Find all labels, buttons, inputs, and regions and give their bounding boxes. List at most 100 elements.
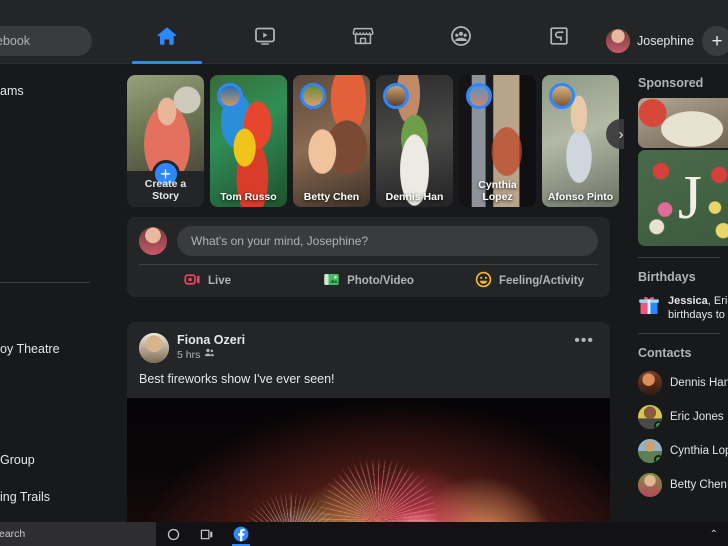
gift-icon: [638, 294, 660, 321]
contact-eric-jones[interactable]: Eric Jones: [624, 400, 728, 434]
composer-action-label: Feeling/Activity: [499, 275, 584, 287]
friends-icon: [204, 347, 215, 362]
tray-chevron-icon[interactable]: ⌃: [710, 529, 718, 540]
taskbar-search-text: Search: [0, 528, 26, 540]
sponsored-ad-dessert[interactable]: J: [638, 150, 728, 246]
facebook-desktop-app: ebook: [0, 0, 728, 546]
storefront-icon: [351, 24, 375, 48]
composer-action-label: Photo/Video: [347, 275, 414, 287]
sidebar-item-label: ing Trails: [0, 490, 51, 504]
facebook-icon[interactable]: [224, 522, 258, 546]
contact-name: Dennis Han: [670, 377, 728, 389]
story-label: Create a Story: [144, 178, 187, 202]
story-label: Dennis Han: [385, 191, 444, 203]
story-create[interactable]: + Create a Story: [127, 75, 204, 207]
gaming-icon: [547, 24, 571, 48]
story-dennis-han[interactable]: Dennis Han: [376, 75, 453, 207]
sidebar-item-3[interactable]: ing Trails: [0, 480, 106, 514]
story-cynthia-lopez[interactable]: Cynthia Lopez: [459, 75, 536, 207]
birthday-text: Jessica, Eric birthdays to: [668, 294, 728, 322]
post-author-name[interactable]: Fiona Ozeri: [177, 333, 245, 347]
contact-dennis-han[interactable]: Dennis Han: [624, 366, 728, 400]
composer-input[interactable]: What's on your mind, Josephine?: [177, 225, 598, 256]
story-tom-russo[interactable]: Tom Russo: [210, 75, 287, 207]
live-video-icon: [184, 271, 201, 291]
composer-top-row: What's on your mind, Josephine?: [127, 217, 610, 264]
top-navigation-bar: ebook: [0, 0, 728, 64]
taskbar-search-input[interactable]: Search: [0, 522, 156, 546]
composer-placeholder: What's on your mind, Josephine?: [191, 233, 369, 248]
avatar[interactable]: [139, 333, 169, 363]
chevron-right-icon: ›: [618, 125, 624, 143]
sidebar-item-label: oy Theatre: [0, 342, 60, 356]
create-button[interactable]: +: [702, 26, 728, 56]
story-author-avatar: [549, 83, 575, 109]
contacts-title: Contacts: [638, 346, 692, 360]
sponsored-ad-pizza[interactable]: [638, 98, 728, 148]
search-input-text: ebook: [0, 34, 31, 48]
story-label: Betty Chen: [303, 191, 360, 203]
contact-name: Cynthia Lop: [670, 445, 728, 457]
sidebar-divider: [0, 282, 90, 283]
birthday-line2: birthdays to: [668, 309, 725, 321]
photo-icon: [323, 271, 340, 291]
avatar: [606, 29, 630, 53]
composer-action-label: Live: [207, 275, 231, 287]
sidebar-item-1[interactable]: oy Theatre: [0, 332, 106, 366]
story-label: Tom Russo: [220, 191, 277, 203]
story-author-avatar: [300, 83, 326, 109]
contact-betty-chen[interactable]: Betty Chen: [624, 468, 728, 502]
post-image[interactable]: [127, 398, 610, 522]
online-status-indicator: [654, 421, 662, 429]
search-input[interactable]: ebook: [0, 26, 92, 56]
post-menu-button[interactable]: •••: [570, 333, 598, 349]
right-sidebar: Sponsored J Birthdays Jessica, Eri birth…: [624, 64, 728, 522]
stories-tray: + Create a Story Tom Russo Betty Chen De…: [127, 75, 624, 207]
profile-menu-button[interactable]: Josephine: [604, 26, 700, 56]
story-betty-chen[interactable]: Betty Chen: [293, 75, 370, 207]
tab-marketplace[interactable]: [314, 18, 412, 64]
profile-name: Josephine: [637, 34, 694, 48]
main-nav-tabs: [118, 18, 608, 64]
news-feed: + Create a Story Tom Russo Betty Chen De…: [112, 64, 624, 522]
post-meta: 5 hrs: [177, 347, 245, 362]
sidebar-item-2[interactable]: Group: [0, 443, 106, 477]
sponsored-title: Sponsored: [638, 76, 704, 90]
post-timestamp: 5 hrs: [177, 348, 201, 361]
story-label: Cynthia Lopez: [478, 179, 517, 203]
windows-taskbar: Search ⌃: [0, 522, 728, 546]
story-label: Afonso Pinto: [547, 191, 614, 203]
post-text: Best fireworks show I've ever seen!: [139, 372, 335, 386]
letter-j-decoration: J: [677, 164, 703, 232]
composer-live-button[interactable]: Live: [127, 265, 288, 297]
avatar: [638, 371, 662, 395]
tab-groups[interactable]: [412, 18, 510, 64]
feed-post: Fiona Ozeri 5 hrs ••• Best fireworks sho…: [127, 322, 610, 522]
story-author-avatar: [466, 83, 492, 109]
contact-name: Betty Chen: [670, 479, 727, 491]
post-author-block: Fiona Ozeri 5 hrs: [177, 333, 245, 362]
sidebar-item-0[interactable]: ams: [0, 74, 106, 108]
plus-icon: +: [711, 30, 723, 52]
contact-cynthia-lopez[interactable]: Cynthia Lop: [624, 434, 728, 468]
avatar: [638, 473, 662, 497]
composer-photo-video-button[interactable]: Photo/Video: [288, 265, 449, 297]
tab-watch[interactable]: [216, 18, 314, 64]
birthday-notice[interactable]: Jessica, Eric birthdays to: [624, 290, 728, 322]
post-composer: What's on your mind, Josephine? Live Pho…: [127, 217, 610, 297]
birthday-name-rest: , Eric: [707, 295, 728, 307]
tab-home[interactable]: [118, 18, 216, 64]
composer-feeling-button[interactable]: Feeling/Activity: [449, 265, 610, 297]
task-view-icon[interactable]: [190, 522, 224, 546]
groups-icon: [449, 24, 473, 48]
avatar: [638, 439, 662, 463]
story-author-avatar: [217, 83, 243, 109]
left-sidebar: ams oy Theatre Group ing Trails: [0, 64, 112, 522]
cortana-icon[interactable]: [156, 522, 190, 546]
post-header: Fiona Ozeri 5 hrs •••: [127, 322, 610, 363]
tab-gaming[interactable]: [510, 18, 608, 64]
smiley-icon: [475, 271, 492, 291]
avatar[interactable]: [139, 226, 167, 255]
video-icon: [253, 24, 277, 48]
sidebar-item-label: Group: [0, 453, 35, 467]
